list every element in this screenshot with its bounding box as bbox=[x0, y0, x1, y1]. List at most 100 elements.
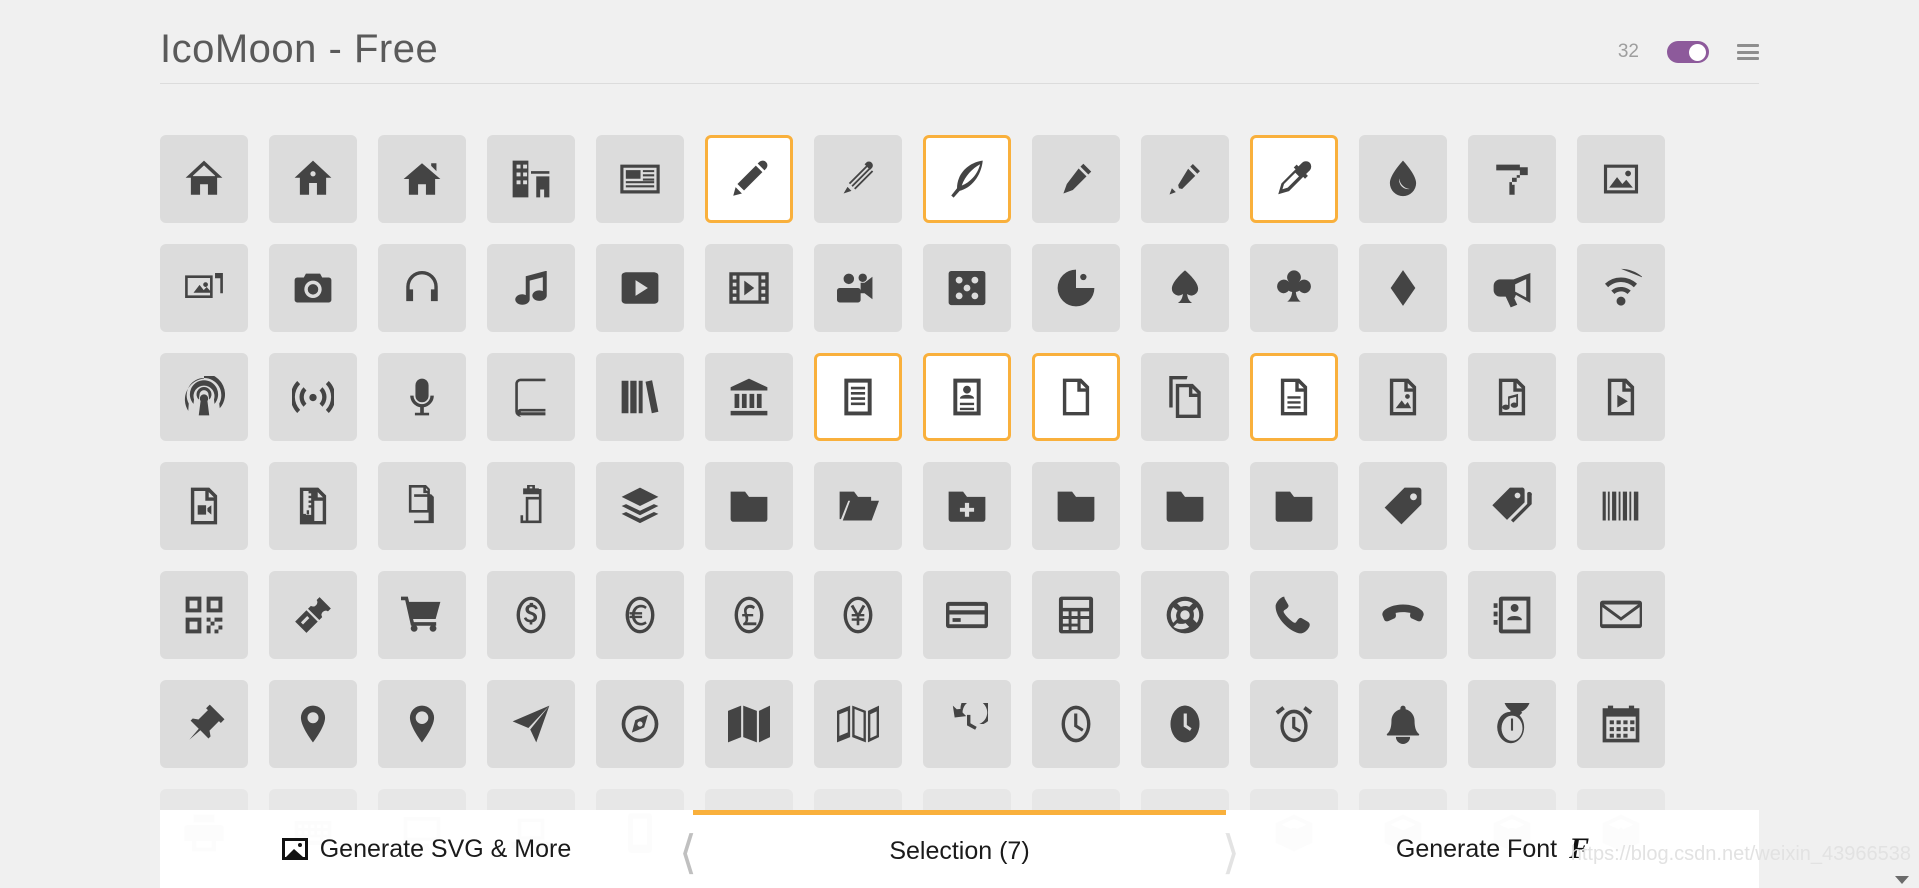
icon-tile-coin-pound[interactable] bbox=[705, 571, 793, 659]
icon-tile-copy[interactable] bbox=[378, 462, 466, 550]
icon-tile-newspaper[interactable] bbox=[596, 135, 684, 223]
file-video-icon bbox=[183, 485, 225, 527]
icon-tile-images[interactable] bbox=[160, 244, 248, 332]
icon-tile-home2[interactable] bbox=[269, 135, 357, 223]
icon-tile-books[interactable] bbox=[596, 353, 684, 441]
icon-tile-bullhorn[interactable] bbox=[1468, 244, 1556, 332]
icon-tile-feed[interactable] bbox=[269, 353, 357, 441]
icon-tile-home[interactable] bbox=[160, 135, 248, 223]
icon-tile-pencil[interactable] bbox=[705, 135, 793, 223]
icon-tile-connection[interactable] bbox=[1577, 244, 1665, 332]
icon-tile-stack[interactable] bbox=[596, 462, 684, 550]
icon-tile-address-book[interactable] bbox=[1468, 571, 1556, 659]
icon-tile-pen[interactable] bbox=[1032, 135, 1120, 223]
icon-tile-folder-open[interactable] bbox=[814, 462, 902, 550]
icon-tile-spades[interactable] bbox=[1141, 244, 1229, 332]
icon-tile-folder[interactable] bbox=[705, 462, 793, 550]
icon-tile-music[interactable] bbox=[487, 244, 575, 332]
generate-font-button[interactable]: Generate Font F bbox=[1226, 810, 1759, 888]
icon-grid-scroll-area[interactable] bbox=[160, 101, 1759, 888]
icon-tile-credit-card[interactable] bbox=[923, 571, 1011, 659]
icon-tile-file-picture[interactable] bbox=[1359, 353, 1447, 441]
icon-tile-files-empty[interactable] bbox=[1141, 353, 1229, 441]
scroll-down-caret-icon[interactable] bbox=[1895, 876, 1909, 884]
clock-icon bbox=[1055, 703, 1097, 745]
icon-tile-folder-minus[interactable] bbox=[1032, 462, 1120, 550]
icon-tile-headphones[interactable] bbox=[378, 244, 466, 332]
icon-tile-video-camera[interactable] bbox=[814, 244, 902, 332]
icon-tile-file-play[interactable] bbox=[1577, 353, 1665, 441]
icon-tile-clubs[interactable] bbox=[1250, 244, 1338, 332]
chevron-left-icon[interactable]: ⟨ bbox=[671, 815, 705, 888]
icon-tile-dice[interactable] bbox=[923, 244, 1011, 332]
icon-tile-history[interactable] bbox=[923, 680, 1011, 768]
icon-tile-file-zip[interactable] bbox=[269, 462, 357, 550]
icon-tile-compass[interactable] bbox=[487, 680, 575, 768]
icon-tile-phone-hang-up[interactable] bbox=[1359, 571, 1447, 659]
icon-tile-diamonds[interactable] bbox=[1359, 244, 1447, 332]
icon-tile-location[interactable] bbox=[269, 680, 357, 768]
compass-icon bbox=[510, 703, 552, 745]
hamburger-menu-icon[interactable] bbox=[1737, 44, 1759, 60]
coin-pound-icon bbox=[728, 594, 770, 636]
icon-tile-cart[interactable] bbox=[378, 571, 466, 659]
icon-tile-camera[interactable] bbox=[269, 244, 357, 332]
generate-svg-button[interactable]: Generate SVG & More bbox=[160, 810, 693, 888]
icon-tile-profile[interactable] bbox=[923, 353, 1011, 441]
icon-tile-paint-format[interactable] bbox=[1468, 135, 1556, 223]
icon-tile-book[interactable] bbox=[487, 353, 575, 441]
set-visibility-toggle[interactable] bbox=[1667, 41, 1709, 63]
icon-tile-folder-plus[interactable] bbox=[923, 462, 1011, 550]
icon-tile-map[interactable] bbox=[705, 680, 793, 768]
icon-tile-calendar[interactable] bbox=[1577, 680, 1665, 768]
icon-tile-mic[interactable] bbox=[378, 353, 466, 441]
icon-tile-map2[interactable] bbox=[814, 680, 902, 768]
icon-tile-paste[interactable] bbox=[487, 462, 575, 550]
page-title: IcoMoon - Free bbox=[160, 27, 439, 71]
icon-tile-file-text2[interactable] bbox=[1250, 353, 1338, 441]
icon-tile-pencil2[interactable] bbox=[814, 135, 902, 223]
icon-tile-phone[interactable] bbox=[1250, 571, 1338, 659]
icon-tile-file-video[interactable] bbox=[160, 462, 248, 550]
icon-tile-folder-upload[interactable] bbox=[1250, 462, 1338, 550]
icon-tile-file-music[interactable] bbox=[1468, 353, 1556, 441]
icon-tile-library[interactable] bbox=[705, 353, 793, 441]
icon-tile-file-empty[interactable] bbox=[1032, 353, 1120, 441]
icon-tile-eyedropper[interactable] bbox=[1250, 135, 1338, 223]
icon-tile-calculator[interactable] bbox=[1032, 571, 1120, 659]
icon-tile-home3[interactable] bbox=[378, 135, 466, 223]
icon-tile-coin-yen[interactable] bbox=[814, 571, 902, 659]
icon-tile-office[interactable] bbox=[487, 135, 575, 223]
icon-tile-lifebuoy[interactable] bbox=[1141, 571, 1229, 659]
icon-tile-barcode[interactable] bbox=[1577, 462, 1665, 550]
icon-tile-alarm[interactable] bbox=[1250, 680, 1338, 768]
icon-tile-image[interactable] bbox=[1577, 135, 1665, 223]
selection-tab[interactable]: ⟨ Selection (7) ⟩ bbox=[679, 810, 1240, 888]
icon-tile-quill[interactable] bbox=[923, 135, 1011, 223]
icon-tile-ticket[interactable] bbox=[269, 571, 357, 659]
icon-tile-envelop[interactable] bbox=[1577, 571, 1665, 659]
icon-tile-compass2[interactable] bbox=[596, 680, 684, 768]
icon-tile-pushpin[interactable] bbox=[160, 680, 248, 768]
icon-tile-podcast[interactable] bbox=[160, 353, 248, 441]
icon-tile-film[interactable] bbox=[705, 244, 793, 332]
icon-tile-price-tags[interactable] bbox=[1468, 462, 1556, 550]
icon-tile-coin-euro[interactable] bbox=[596, 571, 684, 659]
icon-tile-clock[interactable] bbox=[1032, 680, 1120, 768]
icon-tile-bell[interactable] bbox=[1359, 680, 1447, 768]
icon-tile-coin-dollar[interactable] bbox=[487, 571, 575, 659]
eyedropper-icon bbox=[1273, 158, 1315, 200]
icon-tile-qrcode[interactable] bbox=[160, 571, 248, 659]
icon-tile-play[interactable] bbox=[596, 244, 684, 332]
icon-tile-stopwatch[interactable] bbox=[1468, 680, 1556, 768]
quill-icon bbox=[946, 158, 988, 200]
icon-tile-droplet[interactable] bbox=[1359, 135, 1447, 223]
icon-tile-clock2[interactable] bbox=[1141, 680, 1229, 768]
pushpin-icon bbox=[183, 703, 225, 745]
icon-tile-file-text[interactable] bbox=[814, 353, 902, 441]
icon-tile-pacman[interactable] bbox=[1032, 244, 1120, 332]
icon-tile-folder-download[interactable] bbox=[1141, 462, 1229, 550]
icon-tile-blog[interactable] bbox=[1141, 135, 1229, 223]
icon-tile-location2[interactable] bbox=[378, 680, 466, 768]
icon-tile-price-tag[interactable] bbox=[1359, 462, 1447, 550]
